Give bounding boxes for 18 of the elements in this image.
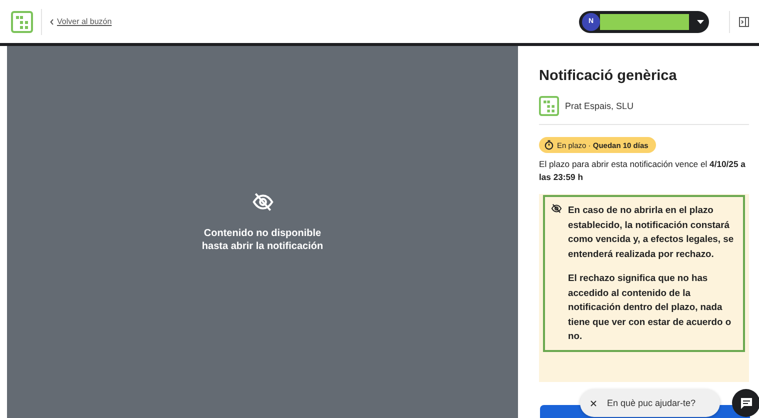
notification-title: Notificació genèrica [539,68,678,84]
sidebar-toggle-icon[interactable] [739,16,749,26]
sender-name: Prat Espais, SLU [565,101,634,111]
hidden-icon [252,191,274,213]
hidden-icon [551,203,562,214]
close-icon[interactable] [590,400,597,406]
warning-text: En caso de no abrirla en el plazo establecido, la notificación constará como vencida y, a efectos legales, se entenderá realizada por rechazo. [568,203,735,261]
deadline-text: El plazo para abrir esta notificación vence el 4/10/25 a las 23:59 h [539,158,746,184]
chat-button[interactable] [732,389,759,417]
warning-text: El rechazo significa que no has accedido al contenido de la notificación dentro del plazo, nada tiene que ver con estar de acuerdo o no. [568,271,732,343]
chevron-icon [50,18,54,24]
chat-icon [740,396,752,410]
chat-toast[interactable]: En què puc ajudar-te? [580,389,720,417]
app-logo [11,10,33,32]
back-link[interactable]: Volver al buzón [50,17,112,26]
caret-icon [697,20,704,24]
unavailable-message: Contenido no disponible hasta abrir la notificación [200,227,324,253]
sender-logo [539,96,559,116]
